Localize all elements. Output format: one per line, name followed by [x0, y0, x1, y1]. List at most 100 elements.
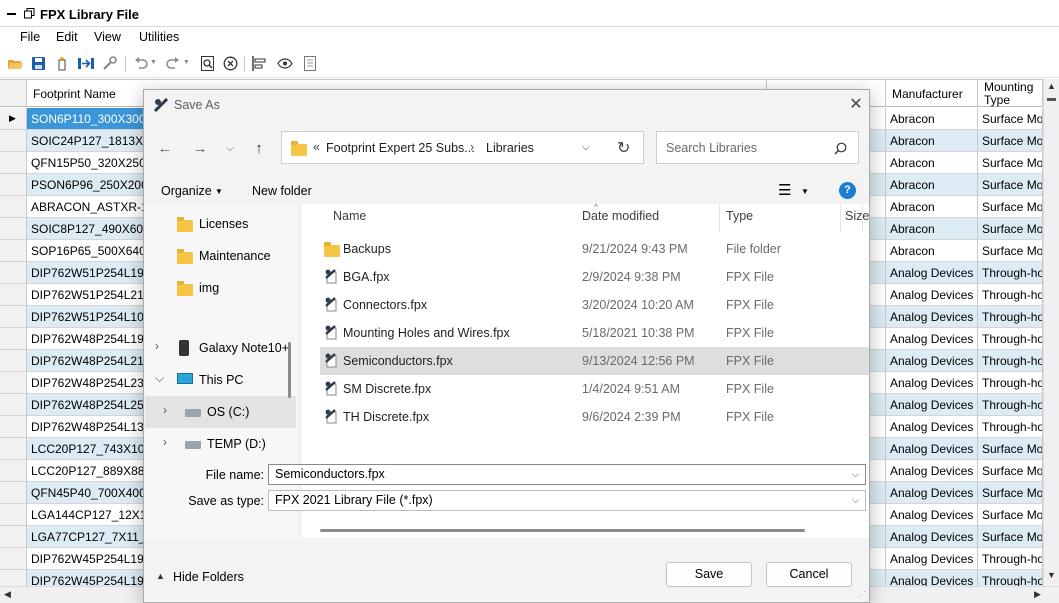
nav-item-maintenance[interactable]: Maintenance [145, 240, 296, 272]
organize-dropdown-icon[interactable]: ▼ [215, 187, 223, 196]
resize-grip-icon[interactable]: ⋰ [858, 590, 866, 599]
manufacturer-cell[interactable]: Analog Devices [886, 394, 978, 416]
file-row[interactable]: BGA.fpx 2/9/2024 9:38 PM FPX File [320, 263, 869, 291]
manufacturer-cell[interactable]: Analog Devices [886, 504, 978, 526]
expand-chevron-icon[interactable]: › [163, 403, 167, 417]
mounting-type-cell[interactable]: Surface Mou [978, 130, 1043, 152]
mounting-type-cell[interactable]: Through-hole [978, 328, 1043, 350]
row-header[interactable] [0, 394, 27, 416]
row-header[interactable] [0, 482, 27, 504]
redo-icon[interactable] [164, 55, 181, 72]
align-left-icon[interactable] [251, 55, 268, 72]
col-name[interactable]: Name [333, 209, 366, 223]
undo-icon[interactable] [132, 55, 149, 72]
up-arrow-icon[interactable]: ↑ [249, 139, 269, 159]
menu-view[interactable]: View [92, 30, 123, 44]
menu-edit[interactable]: Edit [54, 30, 80, 44]
mounting-type-cell[interactable]: Surface Mou [978, 438, 1043, 460]
col-size[interactable]: Size [845, 209, 869, 223]
mounting-type-cell[interactable]: Through-hole [978, 372, 1043, 394]
view-dropdown-icon[interactable]: ▼ [801, 187, 809, 196]
row-header[interactable]: ▶ [0, 108, 27, 130]
manufacturer-cell[interactable]: Analog Devices [886, 482, 978, 504]
expand-chevron-icon[interactable]: ⌵ [155, 371, 164, 386]
mounting-type-cell[interactable]: Surface Mou [978, 240, 1043, 262]
tools-icon[interactable] [101, 55, 118, 72]
nav-item-img[interactable]: img [145, 272, 296, 304]
search-icon[interactable] [834, 142, 847, 155]
address-dropdown-icon[interactable]: ⌵ [582, 142, 590, 153]
cancel-button[interactable]: Cancel [766, 562, 852, 587]
breadcrumb-current[interactable]: Libraries [486, 141, 534, 155]
nav-item-temp-d[interactable]: › TEMP (D:) [145, 428, 296, 460]
eye-icon[interactable] [276, 55, 293, 72]
cancel-circle-icon[interactable] [222, 55, 239, 72]
row-header[interactable] [0, 284, 27, 306]
col-date-modified[interactable]: Date modified [582, 209, 659, 223]
mounting-type-cell[interactable]: Surface Mou [978, 108, 1043, 130]
mounting-type-cell[interactable]: Through-hole [978, 306, 1043, 328]
file-row[interactable]: Connectors.fpx 3/20/2024 10:20 AM FPX File [320, 291, 869, 319]
scroll-left-icon[interactable]: ◀ [4, 589, 11, 600]
manufacturer-cell[interactable]: Analog Devices [886, 328, 978, 350]
scroll-right-icon[interactable]: ▶ [1034, 589, 1041, 600]
row-header[interactable] [0, 262, 27, 284]
row-header[interactable] [0, 152, 27, 174]
manufacturer-cell[interactable]: Analog Devices [886, 526, 978, 548]
scroll-down-icon[interactable]: ▼ [1047, 570, 1056, 580]
mounting-type-cell[interactable]: Surface Mou [978, 152, 1043, 174]
nav-pane-scroll-thumb[interactable] [288, 342, 291, 398]
nav-item-os-c[interactable]: › OS (C:) [145, 396, 296, 428]
expand-chevron-icon[interactable]: › [155, 339, 159, 353]
grid-vertical-scrollbar[interactable]: ▲ ▼ [1043, 79, 1059, 588]
search-input[interactable]: Search Libraries [666, 141, 757, 155]
close-icon[interactable]: ✕ [847, 96, 865, 114]
mounting-type-cell[interactable]: Through-hole [978, 416, 1043, 438]
row-header[interactable] [0, 196, 27, 218]
row-header[interactable] [0, 328, 27, 350]
nav-item-licenses[interactable]: Licenses [145, 208, 296, 240]
manufacturer-cell[interactable]: Abracon [886, 240, 978, 262]
breadcrumb-parent[interactable]: Footprint Expert 25 Subs... [326, 141, 475, 155]
recent-locations-chevron-icon[interactable]: ⌵ [220, 139, 240, 159]
manufacturer-cell[interactable]: Analog Devices [886, 372, 978, 394]
mounting-type-cell[interactable]: Through-hole [978, 284, 1043, 306]
zoom-preview-icon[interactable] [199, 55, 216, 72]
organize-button[interactable]: Organize [161, 184, 212, 198]
hide-folders-button[interactable]: Hide Folders [173, 570, 244, 584]
manufacturer-cell[interactable]: Analog Devices [886, 460, 978, 482]
file-row[interactable]: Semiconductors.fpx 9/13/2024 12:56 PM FPX … [320, 347, 869, 375]
manufacturer-cell[interactable]: Analog Devices [886, 262, 978, 284]
col-header-mounting-type[interactable]: Mounting Type [978, 80, 1043, 107]
row-header[interactable] [0, 460, 27, 482]
undo-dropdown-icon[interactable]: ▼ [150, 59, 157, 66]
mounting-type-cell[interactable]: Through-hole [978, 262, 1043, 284]
row-header[interactable] [0, 526, 27, 548]
nav-item-this-pc[interactable]: ⌵ This PC [145, 364, 296, 396]
manufacturer-cell[interactable]: Analog Devices [886, 306, 978, 328]
row-header[interactable] [0, 504, 27, 526]
scroll-up-icon[interactable]: ▲ [1047, 81, 1056, 91]
mounting-type-cell[interactable]: Surface Mou [978, 174, 1043, 196]
chevron-up-icon[interactable]: ▲ [156, 571, 165, 581]
manufacturer-cell[interactable]: Abracon [886, 130, 978, 152]
row-header[interactable] [0, 372, 27, 394]
mounting-type-cell[interactable]: Surface Mou [978, 460, 1043, 482]
file-row[interactable]: SM Discrete.fpx 1/4/2024 9:51 AM FPX File [320, 375, 869, 403]
manufacturer-cell[interactable]: Abracon [886, 152, 978, 174]
manufacturer-cell[interactable]: Abracon [886, 218, 978, 240]
nav-item-galaxy-note10[interactable]: › Galaxy Note10+ [145, 332, 296, 364]
breadcrumb-overflow-icon[interactable]: « [313, 140, 320, 154]
restore-icon[interactable] [24, 8, 35, 19]
row-header[interactable] [0, 306, 27, 328]
view-options-icon[interactable]: ☰ [778, 181, 791, 199]
col-type[interactable]: Type [726, 209, 753, 223]
mounting-type-cell[interactable]: Through-hole [978, 350, 1043, 372]
document-icon[interactable] [301, 55, 318, 72]
minimize-icon[interactable] [7, 13, 16, 15]
row-header[interactable] [0, 548, 27, 570]
row-header[interactable] [0, 438, 27, 460]
file-name-input[interactable]: Semiconductors.fpx ⌵ [268, 464, 866, 485]
menu-utilities[interactable]: Utilities [137, 30, 181, 44]
row-header[interactable] [0, 240, 27, 262]
